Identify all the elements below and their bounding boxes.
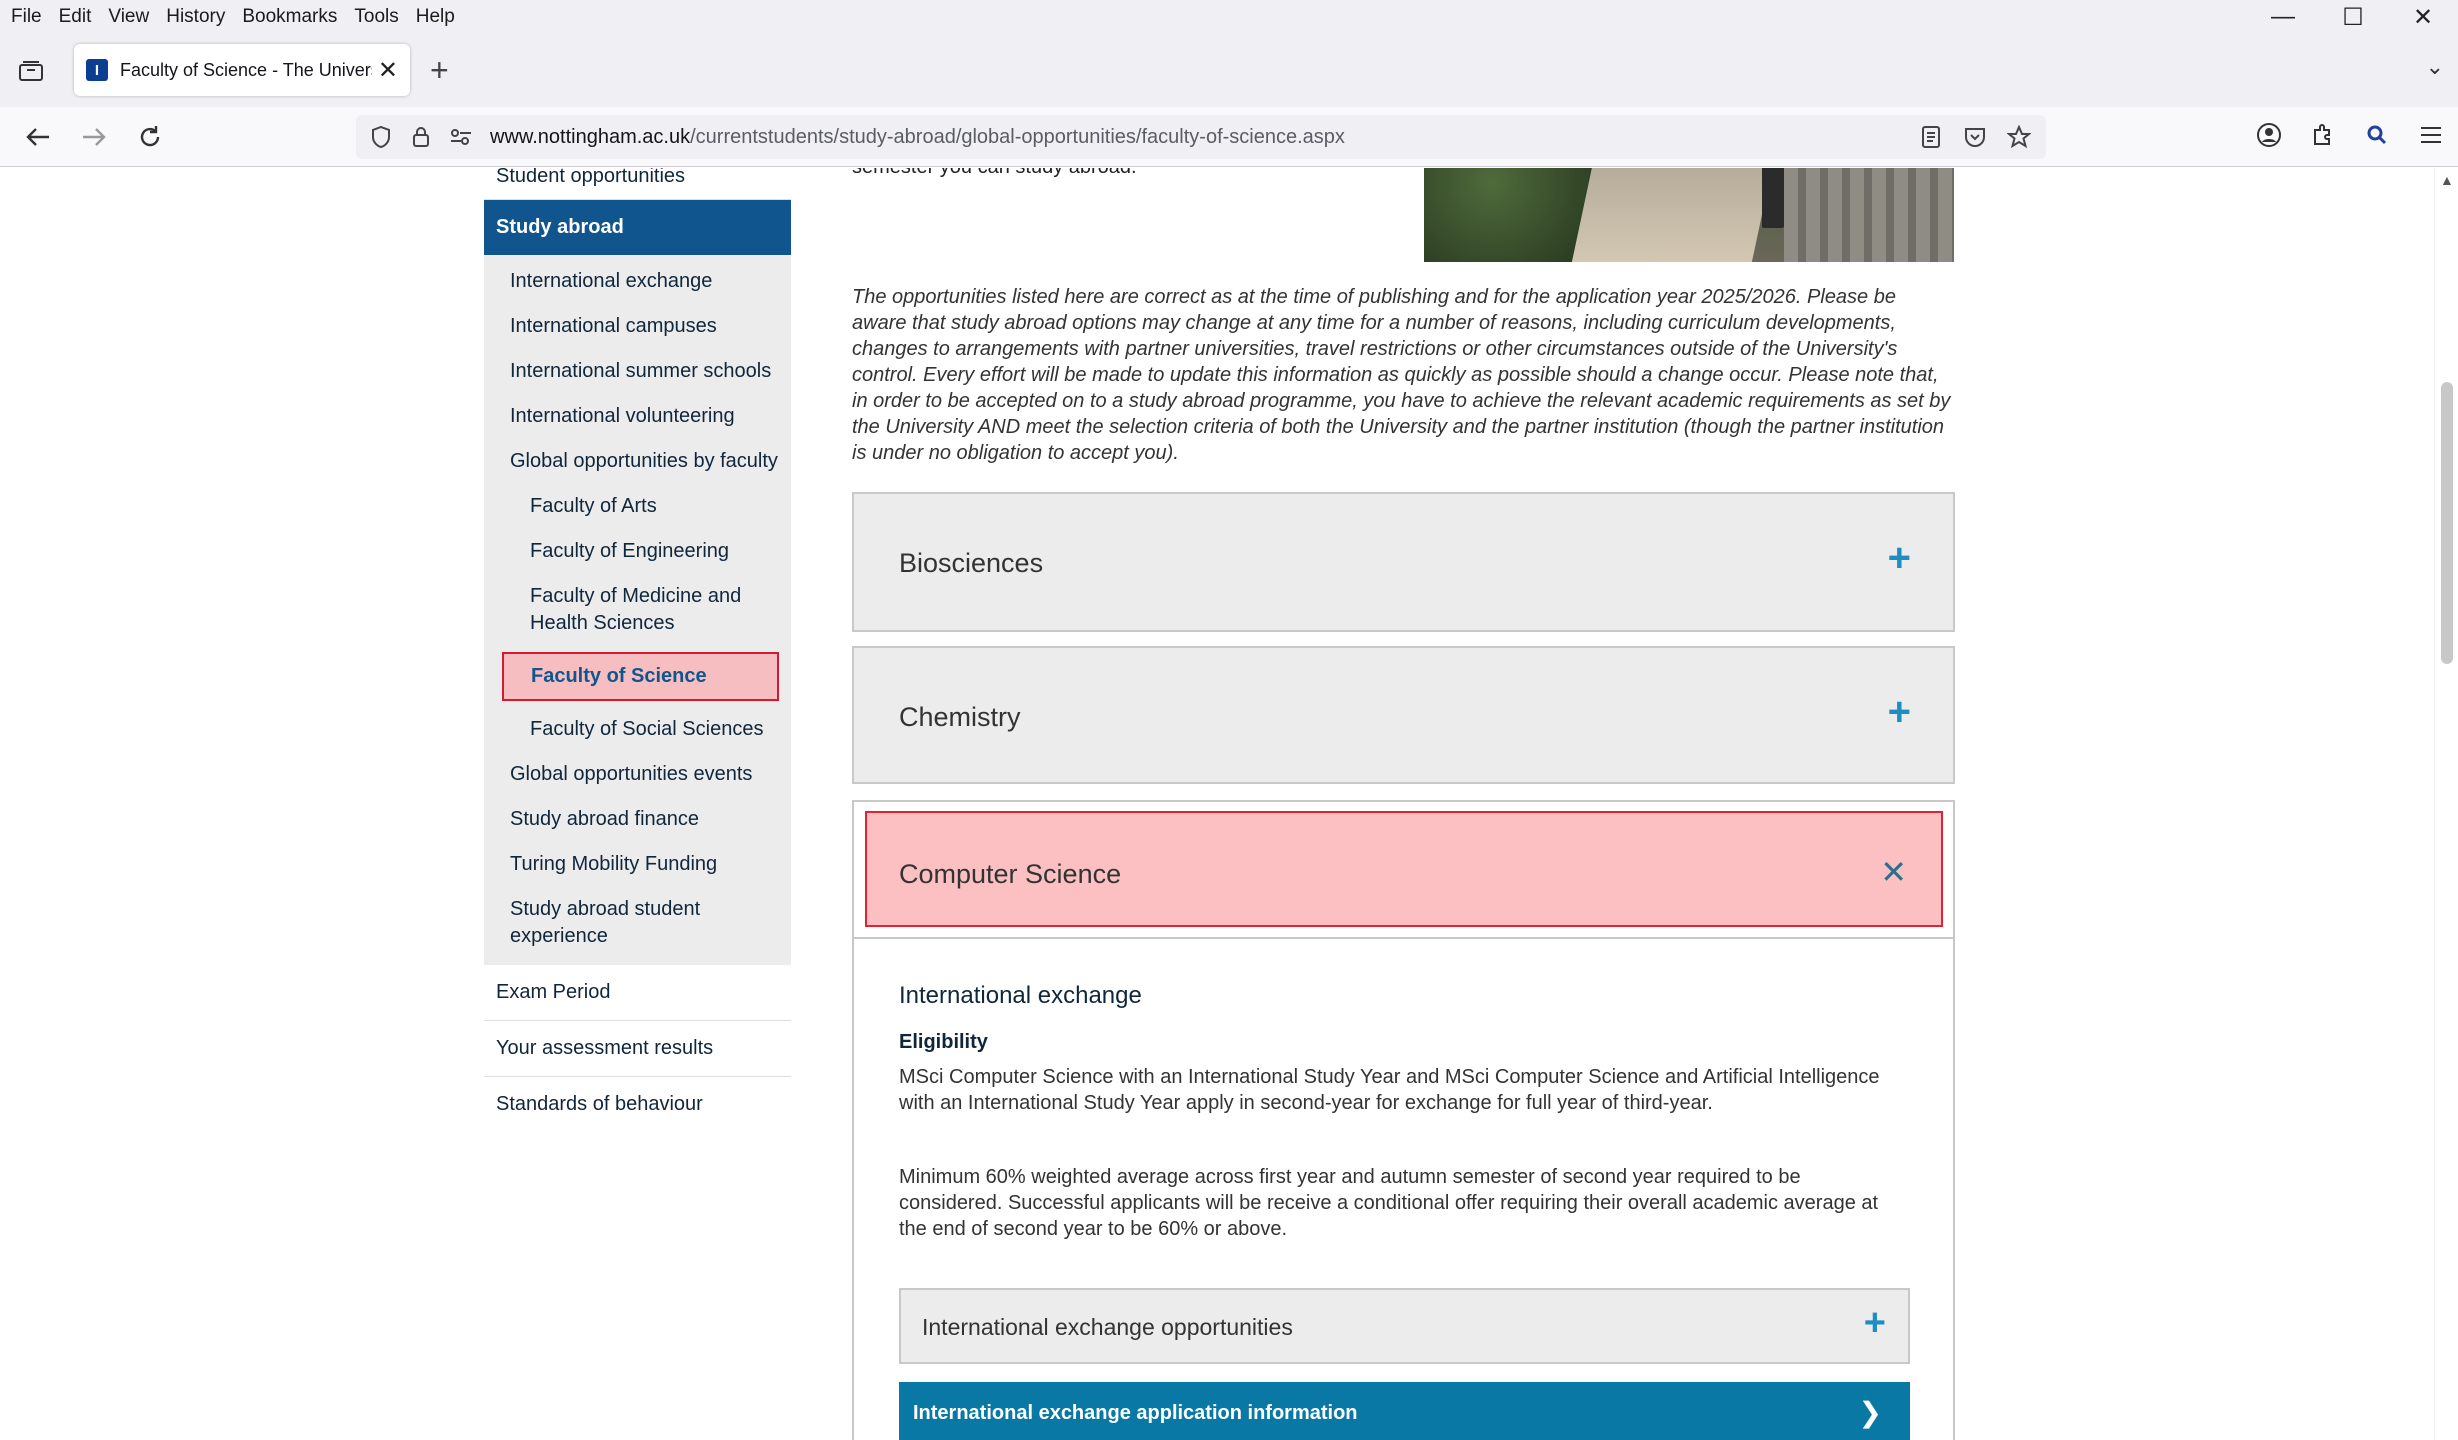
menu-bookmarks[interactable]: Bookmarks [235,6,344,28]
plus-icon[interactable]: + [1864,1304,1886,1342]
sidebar-item-faculty-of-medicine[interactable]: Faculty of Medicine and Health Sciences [484,574,791,646]
tab-active[interactable]: I Faculty of Science - The Univers ✕ [74,44,410,96]
tab-bar: I Faculty of Science - The Univers ✕ + ⌄ [0,34,2458,107]
section-subheading: International exchange [899,982,1142,1009]
reader-view-icon[interactable] [1916,122,1946,152]
minimize-button[interactable]: — [2248,0,2318,34]
forward-icon[interactable] [76,119,112,155]
sidebar-item-assessment-results[interactable]: Your assessment results [484,1021,791,1077]
permissions-icon[interactable] [446,122,476,152]
sidebar-item-faculty-of-science[interactable]: Faculty of Science [502,652,779,701]
accordion-header-computer-science[interactable]: Computer Science ✕ [865,811,1943,927]
accordion-title: Computer Science [899,859,1122,889]
address-bar[interactable]: www.nottingham.ac.uk/currentstudents/stu… [356,115,2046,159]
tracking-shield-icon[interactable] [366,122,396,152]
sidebar-item-international-campuses[interactable]: International campuses [484,304,791,349]
url-host: www.nottingham.ac.uk [490,125,691,148]
eligibility-paragraph-1: MSci Computer Science with an Internatio… [899,1066,1880,1114]
cta-label: International exchange application infor… [913,1401,1358,1424]
accordion-biosciences[interactable]: Biosciences + [852,492,1955,632]
window-controls: — ☐ ✕ [2248,0,2458,34]
accordion-title: Biosciences [899,548,1044,578]
hero-wall-shape [1784,168,1954,262]
hero-cyclist-shape [1762,168,1784,228]
hero-path-shape [1571,168,1777,262]
accordion-computer-science: Computer Science ✕ International exchang… [852,800,1955,1440]
menu-help[interactable]: Help [409,6,462,28]
sidebar-item-international-volunteering[interactable]: International volunteering [484,394,791,439]
accordion-title: International exchange opportunities [922,1314,1293,1340]
hero-tree-shape [1424,168,1594,262]
maximize-button[interactable]: ☐ [2318,0,2388,34]
back-icon[interactable] [20,119,56,155]
menu-tools[interactable]: Tools [347,6,405,28]
account-icon[interactable] [2251,117,2287,153]
sidebar-item-faculty-of-arts[interactable]: Faculty of Arts [484,484,791,529]
sidebar-item-global-opportunities-events[interactable]: Global opportunities events [484,752,791,797]
site-favicon-icon: I [86,59,108,81]
vertical-scrollbar[interactable]: ▲ [2434,168,2458,1440]
web-page: Student opportunities Study abroad Inter… [0,168,2434,1440]
sidebar-item-study-abroad[interactable]: Study abroad [484,200,791,255]
bookmark-star-icon[interactable] [2004,122,2034,152]
sidebar-item-exam-period[interactable]: Exam Period [484,965,791,1021]
reload-icon[interactable] [132,119,168,155]
sidebar-item-standards-of-behaviour[interactable]: Standards of behaviour [484,1077,791,1132]
menu-bar: File Edit View History Bookmarks Tools H… [0,0,2458,34]
sidebar-item-international-exchange[interactable]: International exchange [484,259,791,304]
accordion-title: Chemistry [899,702,1021,732]
extensions-icon[interactable] [2305,117,2341,153]
chevron-right-icon: ❯ [1858,1397,1882,1428]
hero-image [1424,168,1954,262]
tab-list-icon[interactable] [14,56,48,86]
close-window-button[interactable]: ✕ [2388,0,2458,34]
intro-text: semester you can study abroad. [852,168,1137,180]
application-info-button[interactable]: International exchange application infor… [899,1382,1910,1440]
sidebar-item-faculty-of-social-sciences[interactable]: Faculty of Social Sciences [484,707,791,752]
chevron-down-icon[interactable]: ⌄ [2426,54,2444,80]
sidebar-item-faculty-of-engineering[interactable]: Faculty of Engineering [484,529,791,574]
sidebar-item-turing-mobility-funding[interactable]: Turing Mobility Funding [484,842,791,887]
url-path: /currentstudents/study-abroad/global-opp… [690,125,1345,148]
search-extension-icon[interactable] [2359,117,2395,153]
url-text: www.nottingham.ac.uk/currentstudents/stu… [490,126,1345,149]
plus-icon[interactable]: + [1888,692,1911,732]
navigation-bar: www.nottingham.ac.uk/currentstudents/stu… [0,107,2458,167]
lock-icon[interactable] [406,122,436,152]
sidebar-submenu: International exchange International cam… [484,255,791,965]
sidebar-item-student-opportunities[interactable]: Student opportunities [484,168,791,200]
menu-edit[interactable]: Edit [52,6,99,28]
save-to-pocket-icon[interactable] [1960,122,1990,152]
scrollbar-thumb[interactable] [2441,382,2453,664]
close-icon[interactable]: ✕ [1880,853,1907,891]
accordion-chemistry[interactable]: Chemistry + [852,646,1955,784]
menu-view[interactable]: View [101,6,156,28]
divider [854,937,1953,939]
sidebar-item-study-abroad-student-experience[interactable]: Study abroad student experience [484,887,791,959]
scroll-up-icon[interactable]: ▲ [2440,172,2454,188]
sidebar-item-global-opportunities-by-faculty[interactable]: Global opportunities by faculty [484,439,791,484]
menu-history[interactable]: History [159,6,232,28]
disclaimer-text: The opportunities listed here are correc… [852,286,1951,464]
sidebar-nav: Student opportunities Study abroad Inter… [484,168,791,1132]
tab-title: Faculty of Science - The Univers [120,59,372,80]
menu-file[interactable]: File [4,6,49,28]
new-tab-icon[interactable]: + [430,52,449,89]
eligibility-paragraph-2: Minimum 60% weighted average across firs… [899,1166,1879,1240]
sidebar-item-international-summer-schools[interactable]: International summer schools [484,349,791,394]
plus-icon[interactable]: + [1888,538,1911,578]
hamburger-menu-icon[interactable] [2413,117,2449,153]
sidebar-item-study-abroad-finance[interactable]: Study abroad finance [484,797,791,842]
toolbar-right [2242,117,2458,153]
close-tab-icon[interactable]: ✕ [378,56,398,85]
accordion-international-exchange-opportunities[interactable]: International exchange opportunities + [899,1288,1910,1364]
eligibility-heading: Eligibility [899,1031,988,1053]
